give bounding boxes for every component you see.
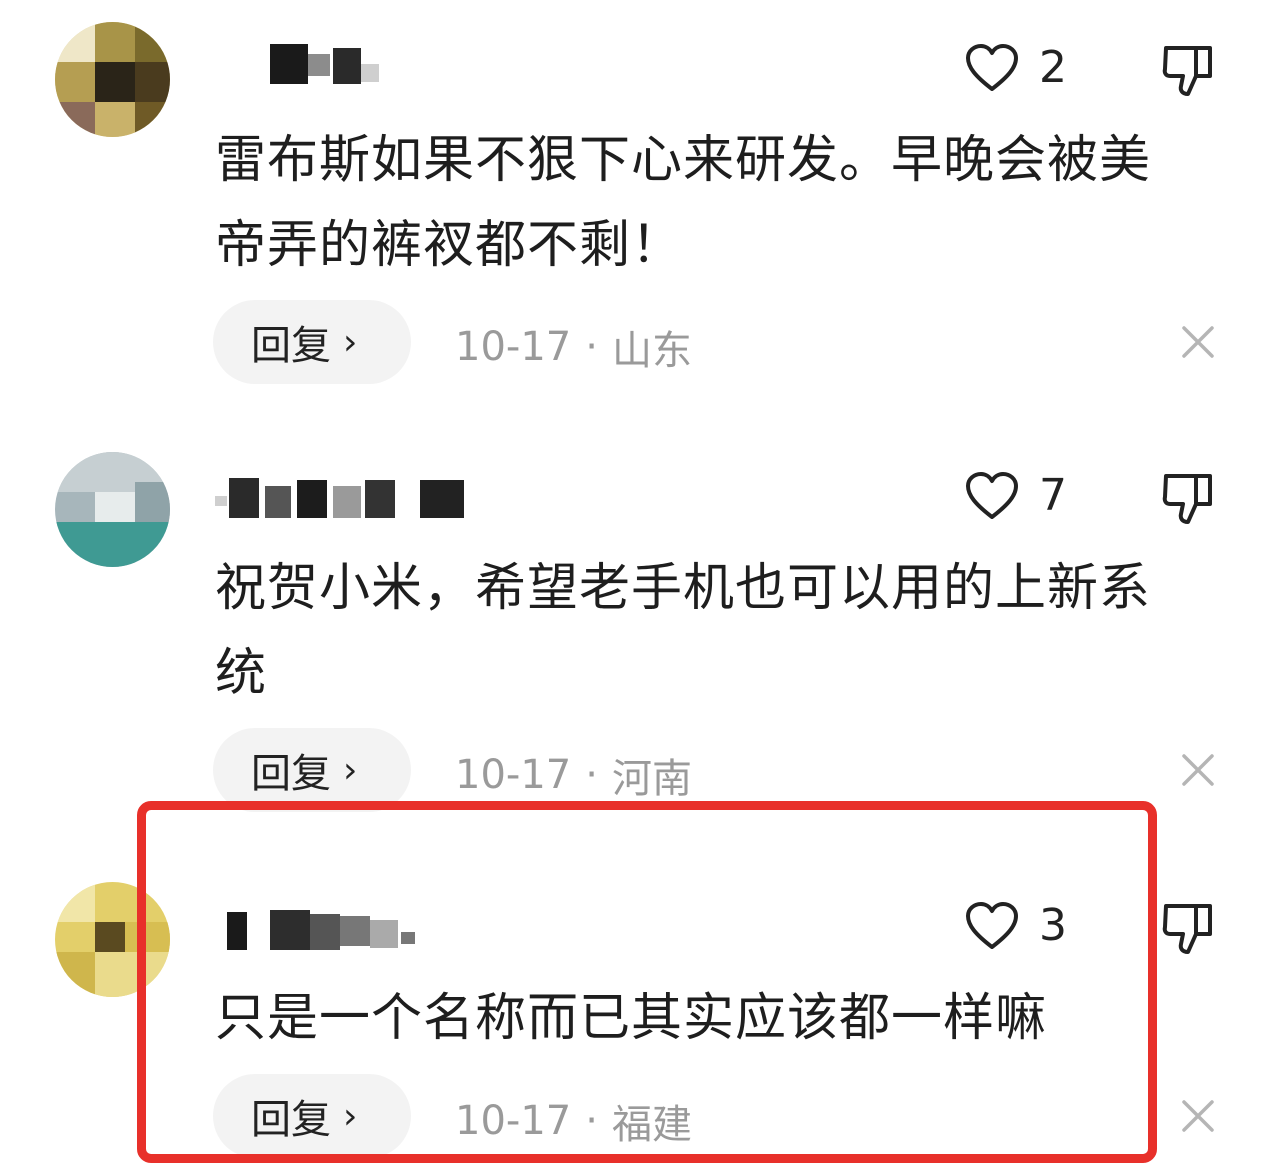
like-button[interactable]: 3 bbox=[965, 898, 1095, 954]
chevron-right-icon: › bbox=[343, 1095, 358, 1137]
dislike-button[interactable] bbox=[1160, 40, 1216, 100]
comment-meta: 10-17 · 山东 bbox=[455, 318, 692, 376]
reply-button[interactable]: 回复 › bbox=[213, 300, 411, 384]
comment-date: 10-17 bbox=[455, 324, 572, 370]
heart-outline-icon bbox=[966, 902, 1018, 949]
like-button[interactable]: 7 bbox=[965, 468, 1095, 524]
chevron-right-icon: › bbox=[343, 321, 358, 363]
close-icon[interactable] bbox=[1180, 1098, 1216, 1134]
username-blurred[interactable] bbox=[215, 910, 475, 950]
comment-date: 10-17 bbox=[455, 1098, 572, 1144]
close-icon[interactable] bbox=[1180, 752, 1216, 788]
username-blurred[interactable] bbox=[215, 478, 475, 518]
avatar[interactable] bbox=[55, 882, 170, 997]
comment-meta: 10-17 · 河南 bbox=[455, 746, 692, 804]
thumbs-down-icon bbox=[1162, 474, 1212, 524]
comment-text: 祝贺小米，希望老手机也可以用的上新系统 bbox=[215, 559, 1152, 703]
reply-label: 回复 bbox=[251, 1097, 331, 1143]
like-count: 7 bbox=[1039, 470, 1067, 521]
avatar[interactable] bbox=[55, 22, 170, 137]
username-blurred[interactable] bbox=[215, 44, 475, 84]
chevron-right-icon: › bbox=[343, 749, 358, 791]
comment-location: 福建 bbox=[611, 1102, 692, 1148]
comment-date: 10-17 bbox=[455, 752, 572, 798]
avatar[interactable] bbox=[55, 452, 170, 567]
reply-label: 回复 bbox=[251, 751, 331, 797]
reply-button[interactable]: 回复 › bbox=[213, 1074, 411, 1158]
like-count: 2 bbox=[1039, 42, 1067, 93]
like-count: 3 bbox=[1039, 900, 1067, 951]
dislike-button[interactable] bbox=[1160, 468, 1216, 528]
close-icon[interactable] bbox=[1180, 324, 1216, 360]
dislike-button[interactable] bbox=[1160, 898, 1216, 958]
reply-button[interactable]: 回复 › bbox=[213, 728, 411, 812]
reply-label: 回复 bbox=[251, 323, 331, 369]
comment-meta: 10-17 · 福建 bbox=[455, 1092, 692, 1150]
comment-footer: 回复 › 10-17 · 河南 bbox=[0, 728, 1280, 812]
thumbs-down-icon bbox=[1162, 46, 1212, 96]
thumbs-down-icon bbox=[1162, 904, 1212, 954]
like-button[interactable]: 2 bbox=[965, 40, 1095, 96]
comment-location: 河南 bbox=[611, 756, 692, 802]
comment-footer: 回复 › 10-17 · 山东 bbox=[0, 300, 1280, 384]
comment-footer: 回复 › 10-17 · 福建 bbox=[0, 1074, 1280, 1158]
comment-location: 山东 bbox=[611, 328, 692, 374]
meta-separator: · bbox=[585, 324, 598, 370]
heart-outline-icon bbox=[966, 472, 1018, 519]
comment-text: 雷布斯如果不狠下心来研发。早晚会被美帝弄的裤衩都不剩！ bbox=[215, 131, 1152, 275]
comment-text: 只是一个名称而已其实应该都一样嘛 bbox=[215, 989, 1048, 1048]
meta-separator: · bbox=[585, 752, 598, 798]
meta-separator: · bbox=[585, 1098, 598, 1144]
heart-outline-icon bbox=[966, 44, 1018, 91]
